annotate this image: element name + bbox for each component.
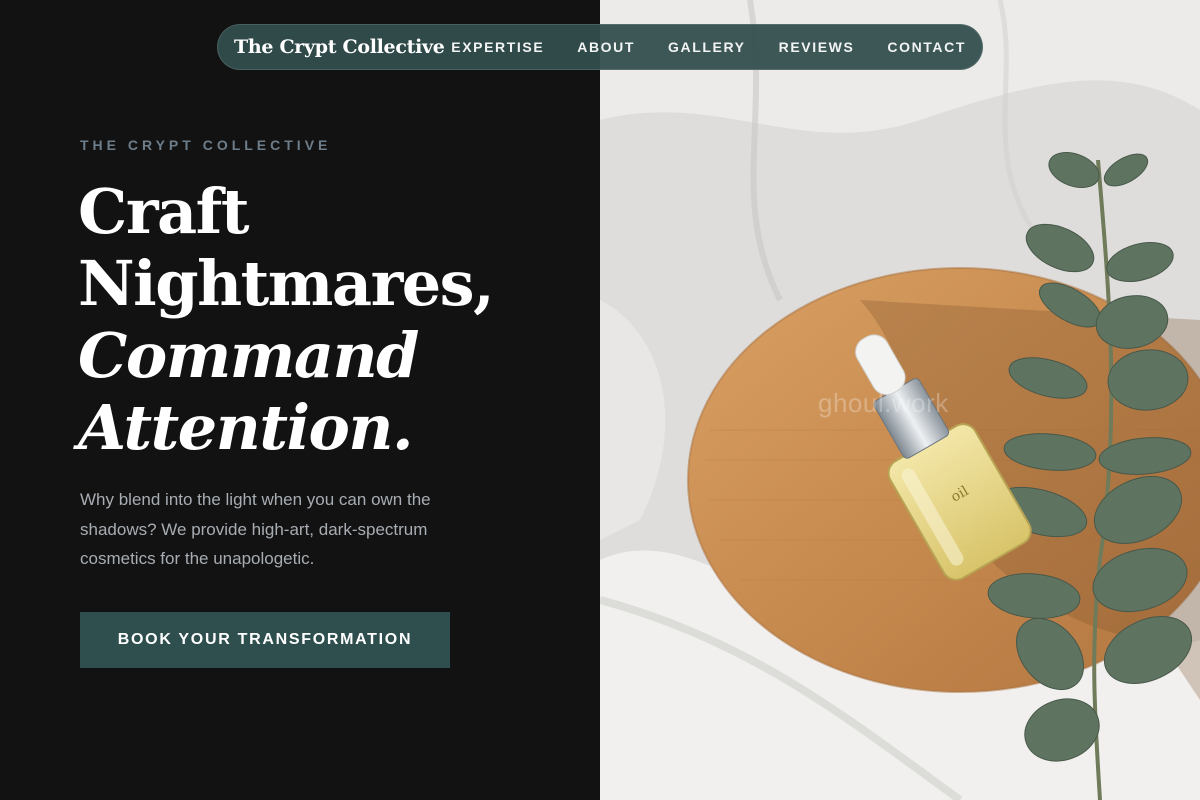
headline-line-1: Craft <box>78 175 250 248</box>
hero-headline: Craft Nightmares, Command Attention. <box>78 175 495 464</box>
nav-link-about[interactable]: ABOUT <box>577 39 635 55</box>
nav-link-contact[interactable]: CONTACT <box>887 39 966 55</box>
book-transformation-button[interactable]: BOOK YOUR TRANSFORMATION <box>80 612 450 668</box>
watermark-text: ghoul.work <box>818 388 949 418</box>
hero-description: Why blend into the light when you can ow… <box>80 490 431 568</box>
headline-line-4: Attention. <box>78 391 414 464</box>
hero-image: oil ghoul.work <box>600 0 1200 800</box>
headline-line-2: Nightmares, <box>78 247 495 320</box>
brand-logo[interactable]: The Crypt Collective <box>234 36 445 58</box>
top-navigation: The Crypt Collective EXPERTISE ABOUT GAL… <box>217 24 983 70</box>
hero-eyebrow: THE CRYPT COLLECTIVE <box>80 137 332 153</box>
nav-link-expertise[interactable]: EXPERTISE <box>451 39 544 55</box>
hero-text-panel: THE CRYPT COLLECTIVE Craft Nightmares, C… <box>0 0 600 800</box>
nav-link-reviews[interactable]: REVIEWS <box>779 39 855 55</box>
nav-links: EXPERTISE ABOUT GALLERY REVIEWS CONTACT <box>451 39 966 55</box>
headline-line-3: Command <box>78 319 420 392</box>
nav-link-gallery[interactable]: GALLERY <box>668 39 746 55</box>
